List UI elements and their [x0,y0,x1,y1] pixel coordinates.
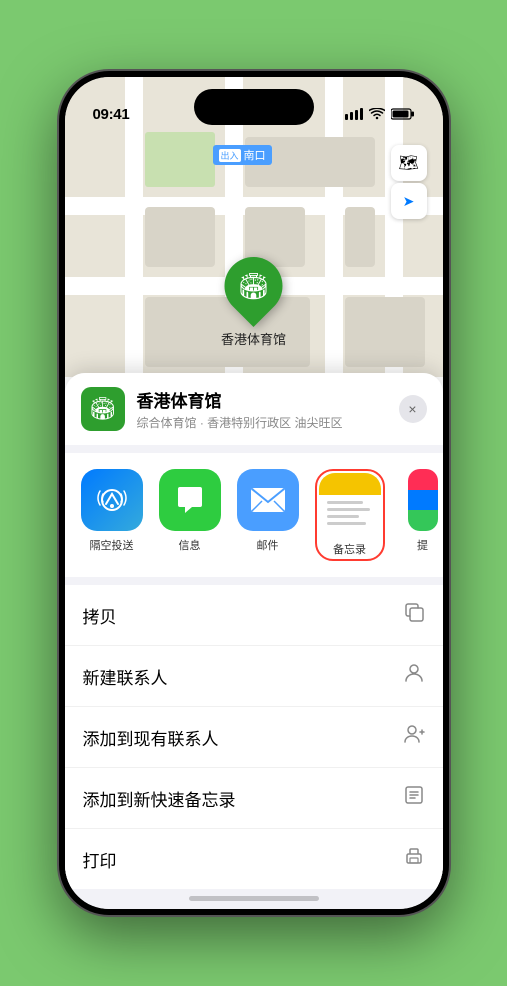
more-green [408,510,438,531]
person-add-icon [403,723,425,751]
note-icon [403,784,425,812]
bottom-sheet: 🏟 香港体育馆 综合体育馆 · 香港特别行政区 油尖旺区 × [65,373,443,909]
action-copy-label: 拷贝 [83,603,117,628]
location-button[interactable]: ➤ [391,183,427,219]
marker-label: 香港体育馆 [221,329,286,348]
person-icon [403,662,425,690]
location-icon: ➤ [403,193,415,210]
venue-info: 香港体育馆 综合体育馆 · 香港特别行政区 油尖旺区 [137,387,387,431]
action-print[interactable]: 打印 [65,829,443,889]
messages-label: 信息 [179,537,201,553]
more-label: 提 [417,537,428,553]
action-add-note-label: 添加到新快速备忘录 [83,786,236,811]
dynamic-island [194,89,314,125]
venue-name: 香港体育馆 [137,387,387,412]
map-block [345,207,375,267]
map-label: 出入 南口 [213,145,272,165]
share-item-airdrop[interactable]: 隔空投送 [81,469,143,553]
mail-icon [250,487,286,513]
messages-icon [173,483,207,517]
notes-line [327,522,366,525]
action-copy[interactable]: 拷贝 [65,585,443,646]
venue-icon: 🏟 [81,387,125,431]
phone-screen: 09:41 [65,77,443,909]
share-item-mail[interactable]: 邮件 [237,469,299,553]
notes-icon-wrap [319,473,381,535]
share-item-notes[interactable]: 备忘录 [315,469,385,561]
map-layer-button[interactable]: 🗺 [391,145,427,181]
map-green-block [145,132,215,187]
notes-line [327,508,371,511]
action-new-contact-label: 新建联系人 [83,664,168,689]
action-print-label: 打印 [83,847,117,872]
airdrop-icon-wrap [81,469,143,531]
mail-label: 邮件 [257,537,279,553]
battery-icon [391,108,415,123]
notes-line [327,515,359,518]
map-layer-icon: 🗺 [398,153,418,173]
notes-lines [319,495,381,535]
venue-header: 🏟 香港体育馆 综合体育馆 · 香港特别行政区 油尖旺区 × [65,373,443,445]
share-item-more[interactable]: 提 [401,469,443,553]
airdrop-icon [96,484,128,516]
status-time: 09:41 [93,106,130,123]
more-red [408,469,438,490]
more-icon-wrap [408,469,438,531]
airdrop-label: 隔空投送 [90,537,134,553]
action-new-contact[interactable]: 新建联系人 [65,646,443,707]
notes-icon [319,473,381,535]
action-add-existing-label: 添加到现有联系人 [83,725,219,750]
stadium-icon: 🏟 [237,271,270,302]
signal-icon [345,108,363,123]
notes-top-bar [319,473,381,495]
label-text: 南口 [244,147,266,163]
messages-icon-wrap [159,469,221,531]
stadium-marker[interactable]: 🏟 香港体育馆 [221,257,286,348]
close-button[interactable]: × [399,395,427,423]
map-controls: 🗺 ➤ [391,145,427,219]
phone-frame: 09:41 [59,71,449,915]
venue-subtitle: 综合体育馆 · 香港特别行政区 油尖旺区 [137,414,387,431]
notes-label: 备忘录 [333,541,366,557]
share-item-messages[interactable]: 信息 [159,469,221,553]
home-indicator [189,896,319,901]
status-icons [345,108,415,123]
action-add-note[interactable]: 添加到新快速备忘录 [65,768,443,829]
more-blue [408,490,438,511]
action-list: 拷贝 新建联系人 [65,585,443,889]
copy-icon [403,601,425,629]
wifi-icon [369,108,385,123]
marker-pin: 🏟 [212,245,294,327]
map-block [145,207,215,267]
action-add-existing[interactable]: 添加到现有联系人 [65,707,443,768]
map-block [345,297,425,367]
print-icon [403,845,425,873]
notes-line [327,501,364,504]
label-prefix: 出入 [219,149,241,162]
share-row: 隔空投送 信息 [65,453,443,577]
mail-icon-wrap [237,469,299,531]
close-icon: × [408,401,416,417]
